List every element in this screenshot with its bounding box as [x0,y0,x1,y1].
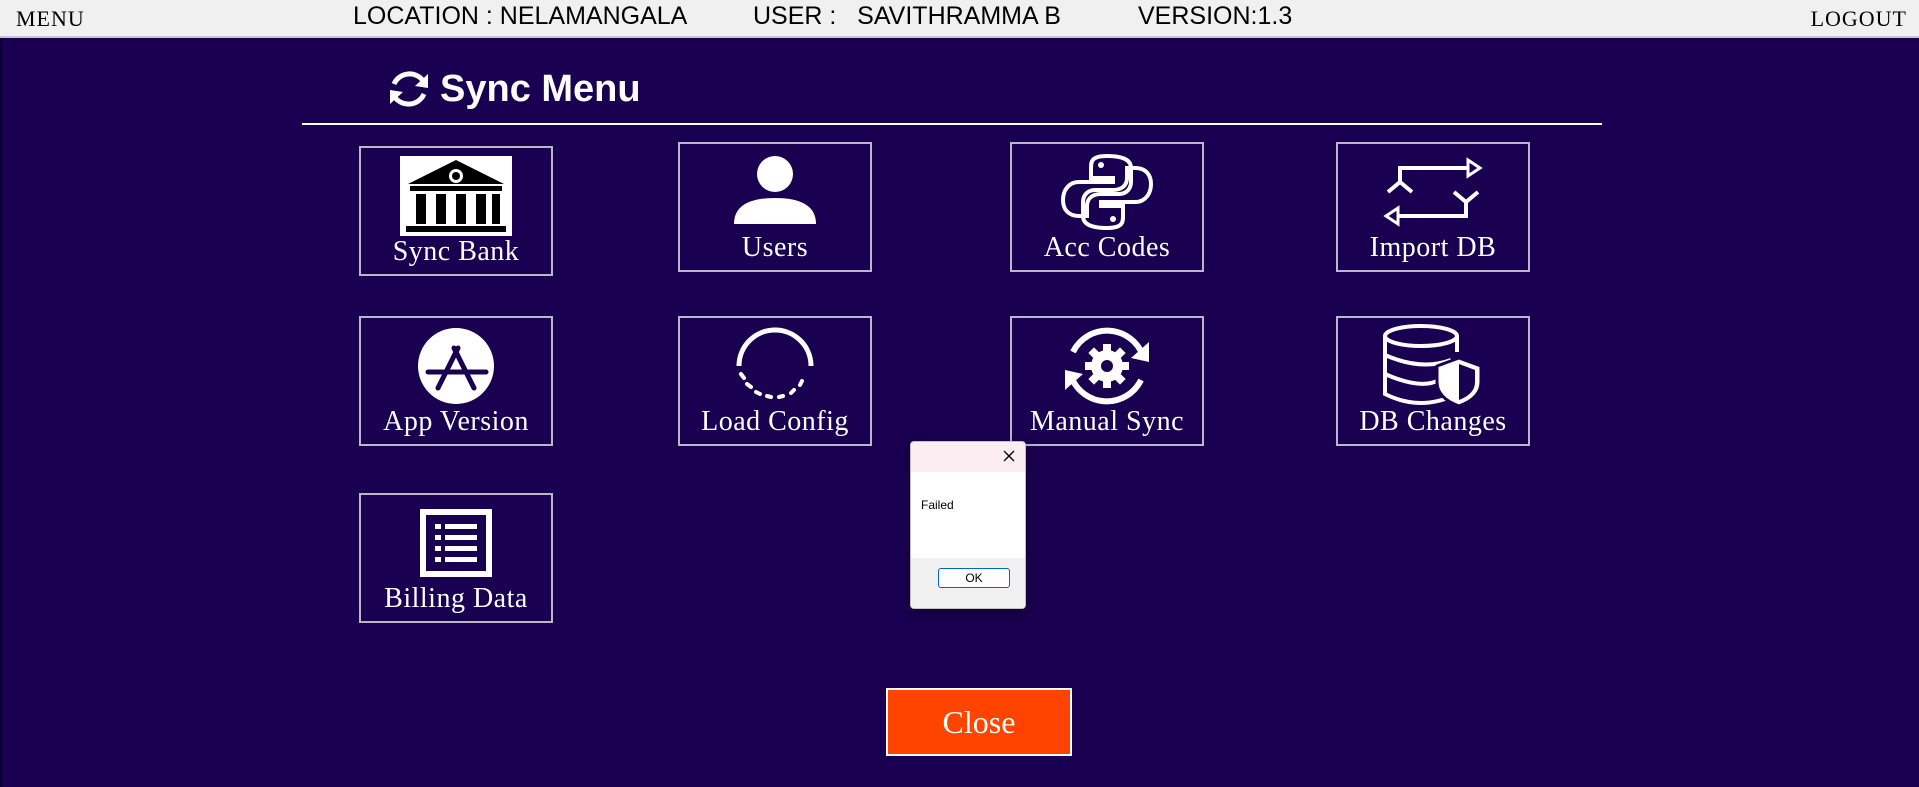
close-button[interactable]: Close [886,688,1072,756]
tile-label: DB Changes [1359,406,1507,437]
python-icon [1060,153,1154,231]
repeat-icon [1383,157,1483,227]
tile-label: Import DB [1369,232,1497,263]
page-title: Sync Menu [440,67,641,110]
tile-label: Acc Codes [1043,232,1171,263]
title-divider [302,123,1602,125]
sync-bank-tile[interactable]: Sync Bank [359,146,553,276]
loading-icon [736,327,814,399]
user-icon [734,156,816,224]
manual-sync-tile[interactable]: Manual Sync [1010,316,1204,446]
db-changes-tile[interactable]: DB Changes [1336,316,1530,446]
sync-menu-page: Sync Menu Sync Bank Users Acc Codes Impo… [0,38,1919,787]
tile-label: App Version [383,406,529,437]
location-label: LOCATION : NELAMANGALA [353,2,688,30]
tile-label: Load Config [701,406,849,437]
top-bar: MENU LOCATION : NELAMANGALA USER : SAVIT… [0,0,1919,38]
page-header: Sync Menu [384,64,641,114]
app-version-tile[interactable]: App Version [359,316,553,446]
dialog-footer: OK [911,558,1025,608]
billing-data-tile[interactable]: Billing Data [359,493,553,623]
sync-icon [390,71,428,107]
load-config-tile[interactable]: Load Config [678,316,872,446]
tile-label: Billing Data [384,583,528,614]
app-store-icon [418,328,494,404]
tile-label: Manual Sync [1029,406,1185,437]
dialog-message: Failed [921,498,954,512]
gear-sync-icon [1065,327,1149,405]
tile-label: Sync Bank [392,236,520,267]
user-label: USER : SAVITHRAMMA B [753,2,1061,30]
import-db-tile[interactable]: Import DB [1336,142,1530,272]
menu-button[interactable]: MENU [16,6,85,32]
version-label: VERSION:1.3 [1138,2,1293,30]
users-tile[interactable]: Users [678,142,872,272]
dialog-title-bar [911,442,1025,472]
tile-label: Users [741,232,809,263]
acc-codes-tile[interactable]: Acc Codes [1010,142,1204,272]
logout-button[interactable]: LOGOUT [1811,6,1907,32]
bank-icon [400,156,512,236]
database-shield-icon [1383,324,1483,408]
close-icon[interactable] [999,446,1019,466]
message-dialog: Failed OK [910,441,1026,609]
list-document-icon [420,509,492,577]
ok-button[interactable]: OK [938,568,1010,588]
